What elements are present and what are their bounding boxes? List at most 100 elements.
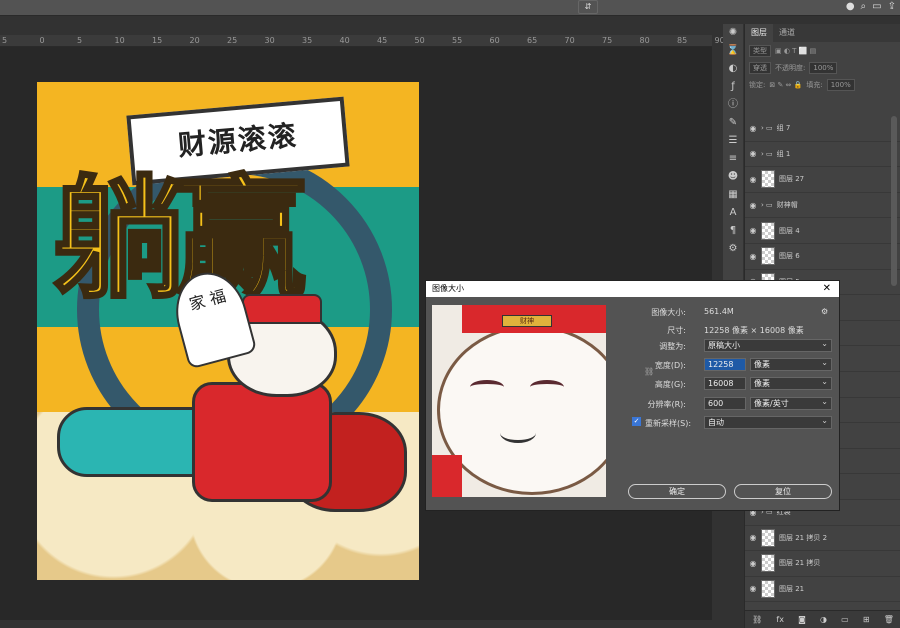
ruler-tick: 20: [189, 36, 200, 45]
rabbit-body: [192, 382, 332, 502]
dialog-title: 图像大小: [432, 284, 464, 293]
fx-icon[interactable]: fx: [776, 615, 784, 624]
arrange-icon[interactable]: ⇵: [578, 0, 598, 14]
layer-row[interactable]: ◉ 图层 4: [745, 218, 900, 244]
workspace-icon[interactable]: ▭: [872, 1, 881, 12]
ruler-tick: 70: [564, 36, 575, 45]
tab-layers[interactable]: 图层: [745, 24, 773, 42]
resample-checkbox[interactable]: ✓: [632, 417, 641, 426]
fit-select[interactable]: 原稿大小: [704, 338, 832, 352]
blend-mode-select[interactable]: 穿透: [749, 61, 771, 74]
filter-icons[interactable]: ▣ ◐ T ⬜ ▤: [775, 47, 816, 55]
visibility-eye-icon[interactable]: ◉: [745, 149, 761, 158]
width-input[interactable]: 12258: [704, 358, 746, 371]
layer-name: 图层 21 拷贝: [779, 559, 821, 568]
image-preview[interactable]: 财神: [432, 305, 606, 497]
lock-icons[interactable]: ⊠ ✎ ⇔ 🔒: [769, 81, 802, 89]
panel-icon-strip: ✺ ⌛ ◐ ƒ ⓘ ✎ ☰ ≡ ☻ ▦ A ¶ ⚙: [723, 24, 743, 304]
layer-row[interactable]: ◉ › ▭ 财神帽: [745, 193, 900, 219]
new-layer-icon[interactable]: ⊞: [863, 615, 870, 624]
horizontal-ruler: 5 0 5 10 15 20 25 30 35 40 45 50 55 60 65 70 75 80 85 90: [0, 35, 725, 47]
fx-icon[interactable]: ƒ: [723, 78, 743, 96]
visibility-eye-icon[interactable]: ◉: [745, 584, 761, 593]
text-icon[interactable]: A: [723, 204, 743, 222]
visibility-eye-icon[interactable]: ◉: [745, 175, 761, 184]
ruler-tick: 60: [489, 36, 500, 45]
top-toolbar: ⇵ ● ⌕ ▭ ⇪: [0, 0, 900, 16]
fit-label: 调整为:: [659, 342, 686, 351]
layer-row[interactable]: ◉ › ▭ 组 7: [745, 116, 900, 142]
folder-icon[interactable]: › ▭: [761, 201, 773, 209]
trash-icon[interactable]: 🗑: [884, 615, 894, 624]
layer-thumbnail: [761, 528, 775, 547]
resolution-unit-select[interactable]: 像素/英寸: [750, 396, 832, 410]
resample-select[interactable]: 自动: [704, 415, 832, 429]
layer-name: 组 7: [776, 124, 791, 133]
folder-icon[interactable]: › ▭: [761, 150, 773, 158]
height-input[interactable]: 16008: [704, 377, 746, 390]
user-icon[interactable]: ●: [846, 1, 855, 12]
layer-name: 图层 21 拷贝 2: [779, 533, 828, 542]
layer-filter[interactable]: 类型: [749, 44, 771, 57]
width-unit-select[interactable]: 像素: [750, 357, 832, 371]
ruler-tick: 40: [339, 36, 350, 45]
settings-icon[interactable]: ⚙: [821, 307, 828, 316]
info-icon[interactable]: ⓘ: [723, 96, 743, 114]
people-icon[interactable]: ☻: [723, 168, 743, 186]
resolution-input[interactable]: 600: [704, 397, 746, 410]
layer-row[interactable]: ◉ 图层 27: [745, 167, 900, 193]
share-icon[interactable]: ⇪: [888, 1, 896, 12]
ruler-tick: 5: [2, 36, 8, 45]
resolution-label: 分辨率(R):: [647, 400, 687, 409]
visibility-eye-icon[interactable]: ◉: [745, 252, 761, 261]
glyph-icon[interactable]: ⚙: [723, 240, 743, 258]
ruler-tick: 25: [227, 36, 238, 45]
ruler-tick: 50: [414, 36, 425, 45]
ruler-tick: 10: [114, 36, 125, 45]
history-icon[interactable]: ⌛: [723, 42, 743, 60]
lock-label: 锁定:: [749, 80, 766, 89]
opacity-input[interactable]: 100%: [809, 61, 838, 74]
adjust-icon[interactable]: ☰: [723, 132, 743, 150]
layer-name: 组 1: [776, 149, 791, 158]
ok-button[interactable]: 确定: [628, 484, 726, 499]
paragraph-icon[interactable]: ¶: [723, 222, 743, 240]
artwork-canvas[interactable]: 财源滚滚 躺赢 家 福: [37, 82, 419, 580]
rabbit-hat: [242, 294, 322, 324]
height-label: 高度(G):: [654, 380, 686, 389]
brush-icon[interactable]: ✎: [723, 114, 743, 132]
resample-label: 重新采样(S):: [645, 419, 692, 428]
layers-scrollbar[interactable]: [891, 116, 897, 286]
link-icon[interactable]: ⛓: [752, 615, 762, 624]
visibility-eye-icon[interactable]: ◉: [745, 533, 761, 542]
visibility-eye-icon[interactable]: ◉: [745, 226, 761, 235]
visibility-eye-icon[interactable]: ◉: [745, 559, 761, 568]
layer-row[interactable]: ◉ 图层 21 拷贝 2: [745, 526, 900, 552]
ruler-tick: 30: [264, 36, 275, 45]
reset-button[interactable]: 复位: [734, 484, 832, 499]
ruler-tick: 55: [452, 36, 463, 45]
fill-input[interactable]: 100%: [826, 78, 855, 91]
layer-row[interactable]: ◉ 图层 6: [745, 244, 900, 270]
folder-icon[interactable]: ▭: [841, 615, 849, 624]
adjustment-icon[interactable]: ◑: [820, 615, 827, 624]
visibility-eye-icon[interactable]: ◉: [745, 124, 761, 133]
color-icon[interactable]: ◐: [723, 60, 743, 78]
sliders-icon[interactable]: ≡: [723, 150, 743, 168]
visibility-eye-icon[interactable]: ◉: [745, 201, 761, 210]
folder-icon[interactable]: › ▭: [761, 124, 773, 132]
height-unit-select[interactable]: 像素: [750, 376, 832, 390]
close-icon[interactable]: ✕: [823, 281, 831, 297]
search-icon[interactable]: ⌕: [861, 1, 867, 12]
ruler-tick: 65: [527, 36, 538, 45]
layer-row[interactable]: ◉ 图层 21 拷贝: [745, 551, 900, 577]
layer-row[interactable]: ◉ 图层 21: [745, 577, 900, 603]
tab-channels[interactable]: 通道: [773, 24, 801, 42]
grid-icon[interactable]: ▦: [723, 186, 743, 204]
ruler-tick: 85: [677, 36, 688, 45]
ruler-tick: 35: [302, 36, 313, 45]
layer-row[interactable]: ◉ › ▭ 组 1: [745, 142, 900, 168]
dims-label: 尺寸:: [667, 326, 686, 335]
mask-icon[interactable]: ◙: [798, 615, 806, 624]
sun-icon[interactable]: ✺: [723, 24, 743, 42]
